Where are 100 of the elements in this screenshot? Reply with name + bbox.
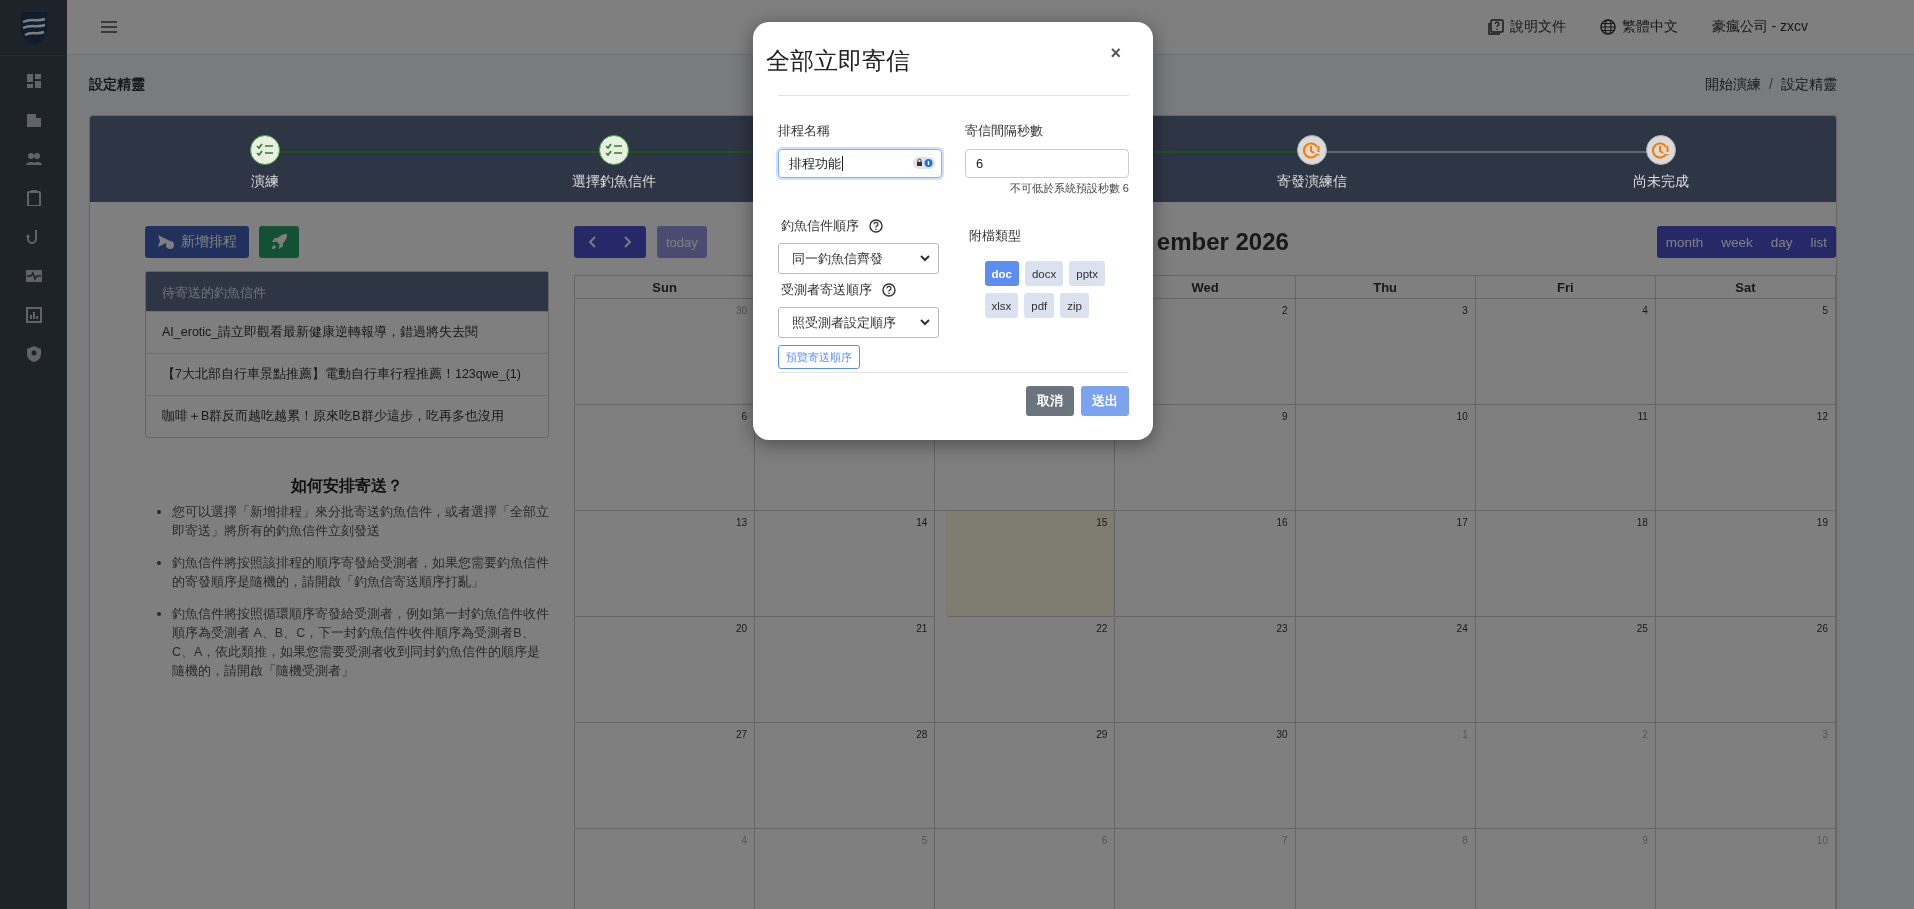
- close-button[interactable]: ×: [1110, 43, 1129, 64]
- chevron-left-icon: [588, 236, 596, 248]
- calendar-title: ember 2026: [1156, 228, 1290, 256]
- day-cell[interactable]: 30: [1115, 723, 1296, 829]
- day-cell[interactable]: 29: [935, 723, 1116, 829]
- weekday-header: Sat: [1735, 279, 1756, 295]
- file-type-toggle[interactable]: xlsx: [984, 293, 1019, 318]
- day-cell[interactable]: 20: [575, 617, 756, 723]
- globe-icon: [1599, 19, 1616, 35]
- day-cell[interactable]: 24: [1295, 617, 1476, 723]
- breadcrumb-item: 設定精靈: [1781, 76, 1837, 94]
- file-type-toggle[interactable]: docx: [1024, 261, 1064, 286]
- new-schedule-button[interactable]: 新增排程: [145, 226, 249, 258]
- day-cell[interactable]: 22: [935, 617, 1116, 723]
- file-type-toggle[interactable]: doc: [984, 261, 1019, 286]
- breadcrumb-item[interactable]: 開始演練: [1705, 76, 1762, 94]
- day-number: 27: [736, 729, 748, 740]
- day-cell[interactable]: 12: [1655, 405, 1836, 511]
- day-number: 20: [736, 623, 748, 634]
- dashboard-icon[interactable]: [25, 73, 42, 89]
- day-cell[interactable]: 21: [755, 617, 936, 723]
- weekday-header: Fri: [1556, 279, 1574, 295]
- submit-button[interactable]: 送出: [1081, 386, 1129, 416]
- user-menu[interactable]: 豪瘋公司 - zxcv: [1711, 18, 1808, 36]
- cancel-button[interactable]: 取消: [1026, 386, 1074, 416]
- day-number: 17: [1456, 517, 1468, 528]
- help-paragraph: 您可以選擇「新增排程」來分批寄送釣魚信件，或者選擇「全部立即寄送」將所有的釣魚信件立刻發送: [172, 504, 549, 540]
- previous-button[interactable]: [574, 226, 610, 258]
- help-icon[interactable]: [882, 283, 896, 297]
- help-heading: 如何安排寄送？: [290, 476, 404, 496]
- day-cell[interactable]: 16: [1115, 511, 1296, 617]
- dropdown[interactable]: 同一釣魚信齊發: [778, 243, 939, 274]
- day-cell[interactable]: 15: [946, 511, 1116, 617]
- chart-icon[interactable]: [25, 307, 42, 323]
- modal-title: 全部立即寄信: [766, 46, 910, 76]
- day-cell[interactable]: 25: [1475, 617, 1656, 723]
- day-number: 18: [1636, 517, 1648, 528]
- users-icon[interactable]: [25, 151, 42, 167]
- day-number: 4: [1642, 305, 1648, 316]
- next-button[interactable]: [610, 226, 646, 258]
- password-manager-icon[interactable]: [913, 157, 935, 169]
- day-cell[interactable]: 19: [1655, 511, 1836, 617]
- view-button[interactable]: month: [1656, 226, 1713, 258]
- weekday-header: Wed: [1191, 279, 1219, 295]
- day-cell[interactable]: 14: [755, 511, 936, 617]
- day-cell[interactable]: 26: [1655, 617, 1836, 723]
- day-cell[interactable]: 3: [1295, 299, 1476, 405]
- input-field[interactable]: 6: [965, 149, 1129, 178]
- menu-icon[interactable]: [101, 21, 117, 33]
- weekday-header: Thu: [1373, 279, 1398, 295]
- day-cell[interactable]: 18: [1475, 511, 1656, 617]
- field-label: 寄信間隔秒數: [965, 122, 1044, 140]
- day-number: 16: [1276, 517, 1288, 528]
- view-button[interactable]: day: [1761, 226, 1802, 258]
- weekday-header: Sun: [652, 279, 677, 295]
- day-cell[interactable]: 10: [1295, 405, 1476, 511]
- clipboard-icon[interactable]: [25, 190, 42, 206]
- chevron-right-icon: [624, 236, 632, 248]
- step-label: 演練: [250, 173, 279, 191]
- shield-icon[interactable]: [25, 346, 42, 362]
- preview-order-button[interactable]: 預覽寄送順序: [778, 345, 860, 369]
- chevron-down-icon: [919, 255, 930, 262]
- field-label: 受測者寄送順序: [781, 281, 872, 299]
- input-field[interactable]: 排程功能: [778, 149, 942, 178]
- view-button[interactable]: week: [1712, 226, 1762, 258]
- dropdown[interactable]: 照受測者設定順序: [778, 307, 939, 338]
- day-number: 11: [1637, 411, 1648, 422]
- day-number: 22: [1096, 623, 1108, 634]
- send-clock-icon: [157, 234, 175, 250]
- file-type-toggle[interactable]: pptx: [1069, 261, 1105, 286]
- field-label: 釣魚信件順序: [781, 217, 859, 235]
- input-value: 排程功能: [789, 154, 841, 173]
- pulse-icon[interactable]: [25, 268, 42, 284]
- day-number: 25: [1636, 623, 1648, 634]
- building-icon[interactable]: [25, 112, 42, 128]
- day-cell[interactable]: 23: [1115, 617, 1296, 723]
- day-cell[interactable]: 17: [1295, 511, 1476, 617]
- day-cell[interactable]: 13: [575, 511, 756, 617]
- day-number: 30: [1276, 729, 1288, 740]
- day-cell[interactable]: 5: [1655, 299, 1836, 405]
- day-number: 10: [1456, 411, 1468, 422]
- docs-link[interactable]: 說明文件: [1487, 18, 1566, 36]
- shield-logo-icon: [18, 9, 49, 46]
- day-cell[interactable]: 11: [1475, 405, 1656, 511]
- day-cell[interactable]: 27: [575, 723, 756, 829]
- view-button[interactable]: list: [1801, 226, 1836, 258]
- day-cell[interactable]: 4: [1475, 299, 1656, 405]
- language-link[interactable]: 繁體中文: [1599, 18, 1678, 36]
- bullet-icon: [157, 561, 161, 565]
- bullet-icon: [157, 612, 161, 616]
- send-all-button[interactable]: [259, 226, 299, 258]
- file-type-toggle[interactable]: zip: [1060, 293, 1089, 318]
- help-icon[interactable]: [869, 219, 883, 233]
- file-type-toggle[interactable]: pdf: [1024, 293, 1055, 318]
- step-label: 尚未完成: [1633, 173, 1690, 191]
- day-cell[interactable]: 28: [755, 723, 936, 829]
- helper-text: 不可低於系統預設秒數 6: [1008, 181, 1129, 196]
- day-number: 2: [1282, 305, 1288, 316]
- chevron-down-icon: [919, 319, 930, 326]
- field-label: 排程名稱: [778, 122, 831, 140]
